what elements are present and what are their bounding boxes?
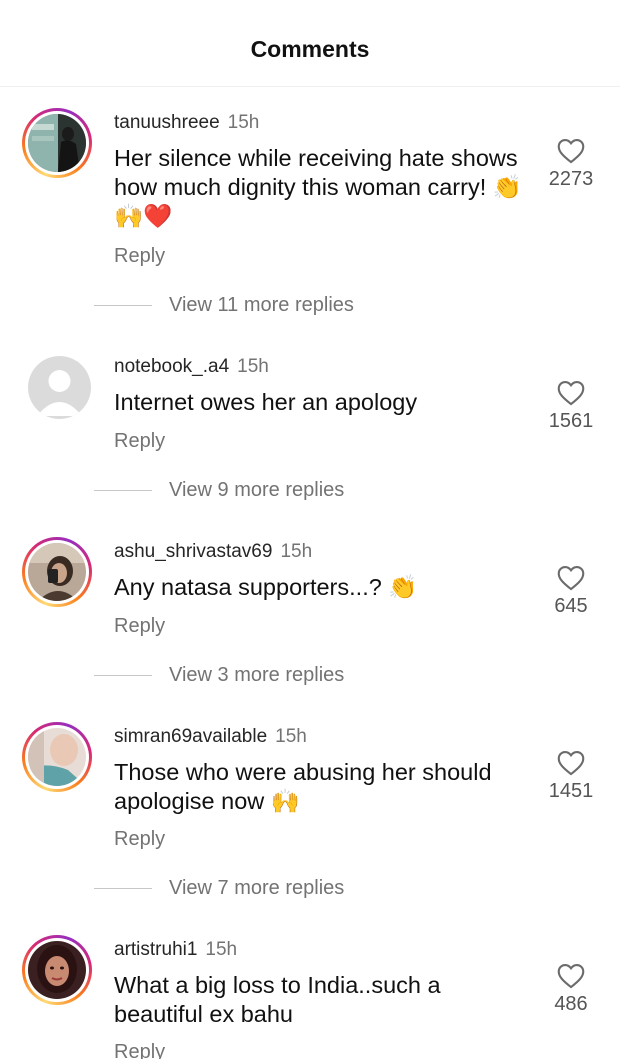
- reply-button[interactable]: Reply: [114, 430, 165, 453]
- comment-time: 15h: [205, 939, 238, 960]
- like-count: 645: [554, 595, 588, 617]
- like-button[interactable]: 486: [548, 963, 594, 1016]
- comment-username[interactable]: simran69available: [114, 726, 267, 747]
- comment-username[interactable]: tanuushreee: [114, 112, 220, 133]
- reply-button[interactable]: Reply: [114, 828, 165, 851]
- comment-username[interactable]: artistruhi1: [114, 939, 197, 960]
- view-replies-button[interactable]: View 11 more replies: [94, 294, 354, 317]
- view-replies-button[interactable]: View 7 more replies: [94, 877, 344, 900]
- avatar[interactable]: [22, 935, 92, 1005]
- reply-button[interactable]: Reply: [114, 615, 165, 638]
- view-replies-label: View 11 more replies: [169, 294, 354, 316]
- comment-time: 15h: [275, 726, 307, 747]
- comment-text: What a big loss to India..such a beautif…: [114, 972, 441, 1027]
- like-button[interactable]: 2273: [548, 138, 594, 191]
- comment-item: tanuushreee 15h Her silence while receivi…: [0, 108, 620, 316]
- like-button[interactable]: 1561: [548, 380, 594, 433]
- comment-time: 15h: [280, 541, 313, 562]
- comment-meta: ashu_shrivastav69 15h: [114, 541, 312, 563]
- view-replies-button[interactable]: View 3 more replies: [94, 664, 344, 687]
- comment-meta: notebook_.a4 15h: [114, 356, 269, 378]
- heart-outline-icon: [557, 565, 585, 591]
- like-count: 486: [554, 993, 588, 1015]
- heart-outline-icon: [557, 138, 585, 164]
- comment-text: Internet owes her an apology: [114, 389, 418, 415]
- comment-item: artistruhi1 15h What a big loss to India.…: [0, 935, 620, 1059]
- comment-item: notebook_.a4 15h Internet owes her an apo…: [0, 352, 620, 537]
- like-count: 2273: [548, 168, 594, 190]
- divider: [94, 490, 152, 492]
- comment-text: Her silence while receiving hate shows h…: [114, 145, 523, 229]
- like-count: 1561: [548, 410, 594, 432]
- comment-username[interactable]: notebook_.a4: [114, 356, 229, 377]
- comment-text: Those who were abusing her should apolog…: [114, 759, 492, 814]
- comment-item: ashu_shrivastav69 15h Any natasa supporte…: [0, 537, 620, 722]
- comment-meta: tanuushreee 15h: [114, 112, 259, 134]
- view-replies-label: View 7 more replies: [169, 877, 345, 899]
- avatar[interactable]: [22, 108, 92, 178]
- comment-text: Any natasa supporters...? 👏: [114, 574, 418, 600]
- heart-outline-icon: [557, 750, 585, 776]
- heart-outline-icon: [557, 380, 585, 406]
- like-button[interactable]: 645: [548, 565, 594, 618]
- divider: [94, 305, 152, 307]
- comment-username[interactable]: ashu_shrivastav69: [114, 541, 272, 562]
- comment-time: 15h: [237, 356, 269, 377]
- divider: [94, 888, 152, 890]
- default-user-icon[interactable]: [28, 356, 91, 419]
- view-replies-label: View 9 more replies: [169, 479, 345, 501]
- like-count: 1451: [548, 780, 594, 802]
- comments-header: Comments: [0, 0, 620, 87]
- comment-item: simran69available 15h Those who were abus…: [0, 722, 620, 907]
- comment-meta: artistruhi1 15h: [114, 939, 237, 961]
- avatar[interactable]: [22, 537, 92, 607]
- comment-meta: simran69available 15h: [114, 726, 307, 748]
- reply-button[interactable]: Reply: [114, 1041, 165, 1059]
- like-button[interactable]: 1451: [548, 750, 594, 803]
- avatar[interactable]: [22, 722, 92, 792]
- view-replies-button[interactable]: View 9 more replies: [94, 479, 344, 502]
- comment-time: 15h: [227, 112, 260, 133]
- view-replies-label: View 3 more replies: [169, 664, 345, 686]
- heart-outline-icon: [557, 963, 585, 989]
- reply-button[interactable]: Reply: [114, 245, 165, 268]
- page-title: Comments: [250, 36, 370, 62]
- divider: [94, 675, 152, 677]
